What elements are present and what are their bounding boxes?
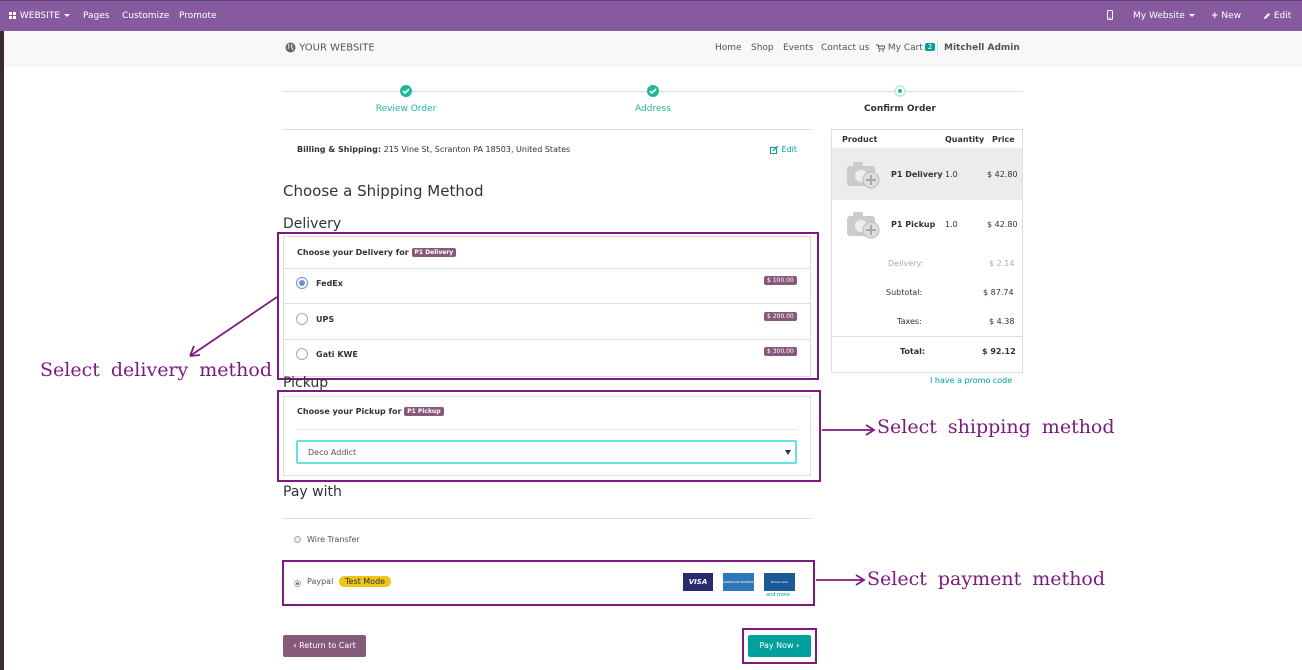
arrow-to-shipping-icon bbox=[822, 424, 876, 436]
annotation-payment: Select payment method bbox=[867, 568, 1106, 590]
arrow-to-payment-icon bbox=[816, 574, 866, 586]
annotation-delivery: Select delivery method bbox=[40, 359, 273, 381]
arrow-to-delivery-icon bbox=[189, 296, 278, 357]
annotation-arrows bbox=[189, 296, 876, 586]
annotation-shipping: Select shipping method bbox=[877, 416, 1115, 438]
